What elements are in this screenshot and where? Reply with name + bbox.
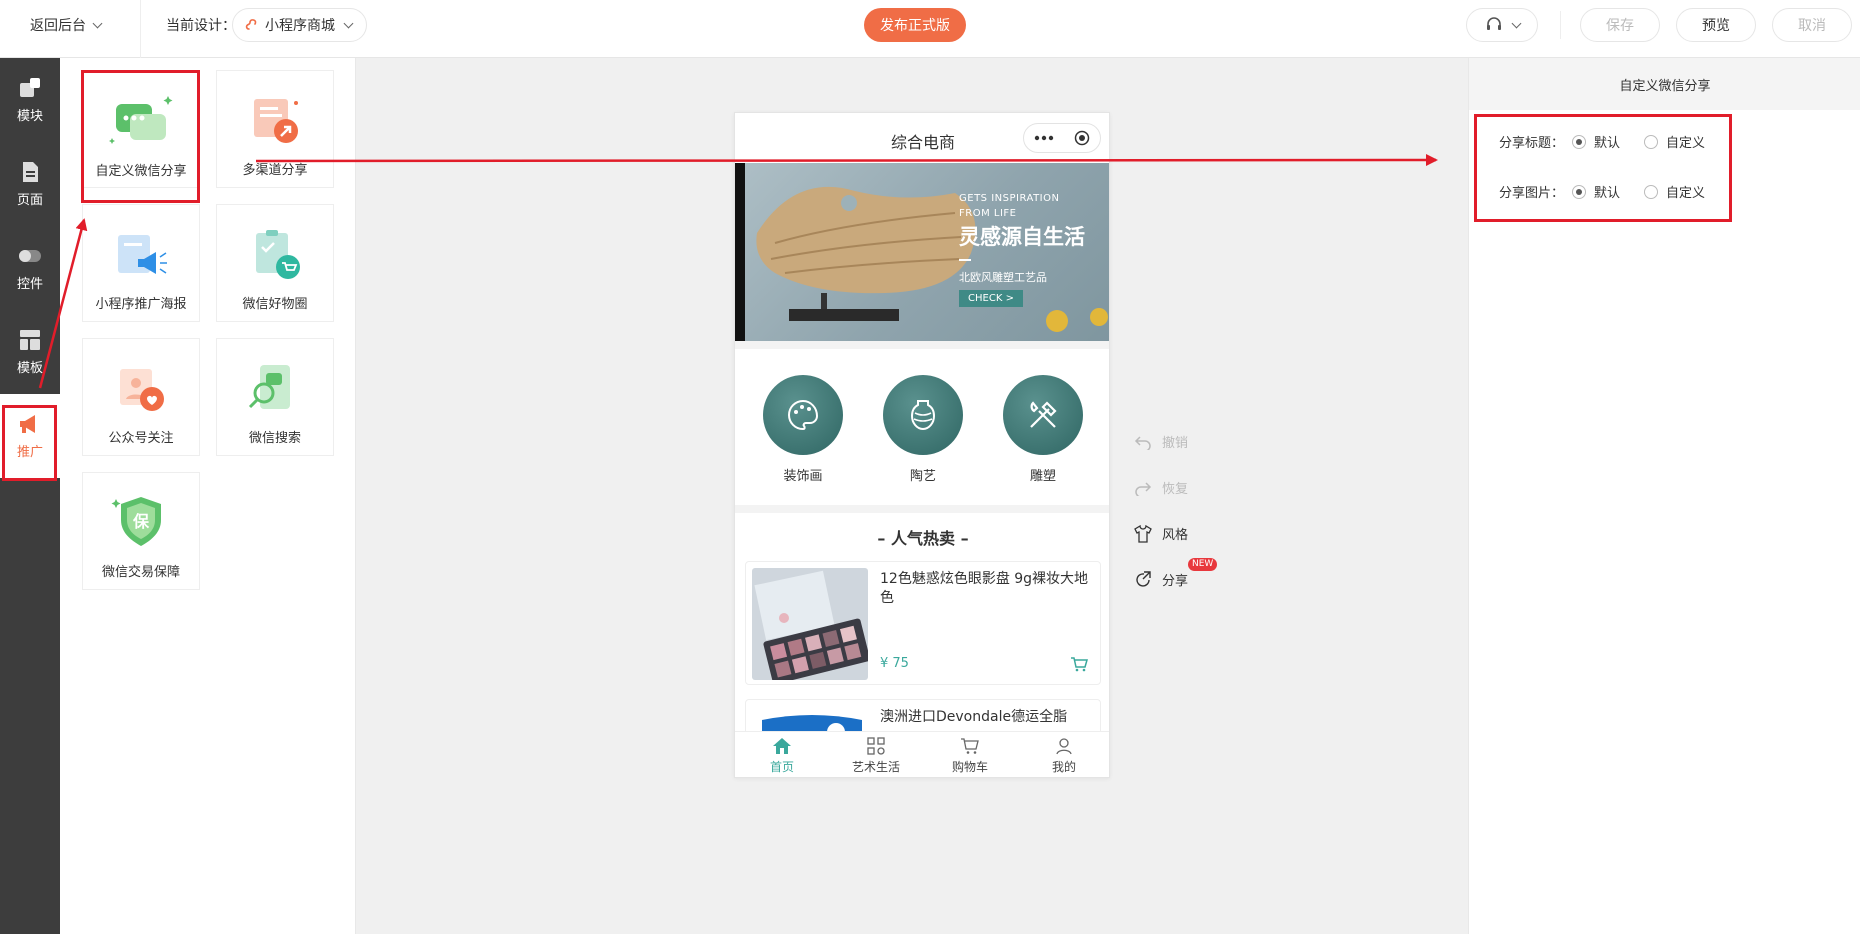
card-multi-channel-share[interactable]: 多渠道分享 [216,70,334,188]
current-design-label: 当前设计： [166,18,236,34]
chevron-down-icon [1511,18,1521,28]
miniprogram-capsule [1023,123,1101,153]
clipboard-cart-icon [256,230,300,279]
hero-banner[interactable]: GETS INSPIRATION FROM LIFE 灵感源自生活 北欧风雕塑工艺… [735,163,1109,341]
chevron-down-icon [343,18,354,28]
tab-cart[interactable]: 购物车 [923,732,1017,777]
banner-headline: 灵感源自生活 [959,225,1085,249]
product-image [752,568,868,680]
nav-item-module[interactable]: 模块 [0,58,60,142]
tshirt-icon [1134,524,1152,543]
left-nav: 模块 页面 控件 模板 推广 [0,58,60,934]
redo-icon [1135,481,1152,496]
tab-art-life[interactable]: 艺术生活 [829,732,923,777]
svg-text:保: 保 [132,512,150,531]
style-button[interactable]: 风格 [1134,524,1188,543]
card-official-account-follow[interactable]: 公众号关注 [82,338,200,456]
support-button[interactable] [1466,8,1538,42]
banner-check-button[interactable]: CHECK > [959,290,1023,307]
product-card[interactable]: 12色魅惑炫色眼影盘 9g裸妆大地色 ¥ 75 [745,561,1101,685]
product-name: 澳洲进口Devondale德运全脂 [880,709,1068,725]
nav-item-control[interactable]: 控件 [0,226,60,310]
toggle-icon [19,249,41,262]
record-icon [1074,130,1090,146]
undo-button[interactable]: 撤销 [1134,432,1188,451]
product-name: 12色魅惑炫色眼影盘 9g裸妆大地色 [880,571,1089,606]
poster-megaphone-icon [118,235,167,274]
home-icon [773,737,791,754]
headset-icon [1486,17,1501,30]
user-icon [1056,737,1072,754]
nav-item-template[interactable]: 模板 [0,310,60,394]
save-button[interactable]: 保存 [1580,8,1660,42]
more-icon [1034,135,1054,141]
category-pottery[interactable]: 陶艺 [881,375,965,484]
add-to-cart-icon[interactable] [1070,656,1088,672]
page-icon [23,161,38,182]
nav-item-page[interactable]: 页面 [0,142,60,226]
new-badge: NEW [1188,558,1218,571]
cancel-button[interactable]: 取消 [1772,8,1852,42]
design-selector[interactable]: 小程序商城 [232,8,367,42]
cart-icon [961,737,979,754]
preview-button[interactable]: 预览 [1676,8,1756,42]
tools-icon [1030,401,1057,428]
card-miniprogram-poster[interactable]: 小程序推广海报 [82,204,200,322]
top-bar: 返回后台 当前设计： 小程序商城 发布正式版 保存 预览 取消 [0,0,1860,58]
panel-title: 自定义微信分享 [1469,58,1860,110]
banner-line2: FROM LIFE [959,208,1017,219]
module-icon [20,77,40,97]
category-sculpture[interactable]: 雕塑 [1001,375,1085,484]
annotation-box-share-card [81,70,200,203]
search-magnifier-icon [248,365,290,409]
card-wechat-search[interactable]: 微信搜索 [216,338,334,456]
divider [140,0,141,58]
back-to-admin-button[interactable]: 返回后台 [30,15,103,35]
tab-mine[interactable]: 我的 [1017,732,1109,777]
vase-icon [910,400,936,431]
design-canvas: 综合电商 GETS INSPIRATION FROM LIFE 灵感源自生活 北欧… [356,58,1468,934]
banner-subtitle: 北欧风雕塑工艺品 [959,271,1047,284]
grid-icon [867,736,885,755]
banner-line1: GETS INSPIRATION [959,193,1060,204]
sculpture-image [756,186,1108,332]
card-wechat-goods-circle[interactable]: 微信好物圈 [216,204,334,322]
follow-heart-icon [120,369,164,411]
annotation-box-settings [1474,114,1732,222]
share-icon [1136,570,1151,587]
undo-icon [1134,435,1151,450]
bottom-tab-bar: 首页 艺术生活 购物车 我的 [735,731,1109,777]
publish-button[interactable]: 发布正式版 [864,8,966,42]
palette-icon [788,399,819,431]
annotation-box-promotion-nav [2,405,57,481]
divider [1560,11,1561,39]
redo-button[interactable]: 恢复 [1134,478,1188,497]
template-icon [20,329,40,350]
card-wechat-trade-guarantee[interactable]: 保 微信交易保障 [82,472,200,590]
share-document-icon [254,99,298,143]
share-button[interactable]: 分享 NEW [1134,558,1218,589]
section-title-hot: – 人气热卖 – [877,529,969,548]
tab-home[interactable]: 首页 [735,732,829,777]
chevron-down-icon [92,18,103,28]
miniprogram-icon [245,19,257,30]
shield-icon: 保 [111,497,161,546]
category-decor-painting[interactable]: 装饰画 [761,375,845,484]
product-price: ¥ 75 [880,656,909,671]
phone-preview: 综合电商 GETS INSPIRATION FROM LIFE 灵感源自生活 北欧… [734,112,1110,778]
